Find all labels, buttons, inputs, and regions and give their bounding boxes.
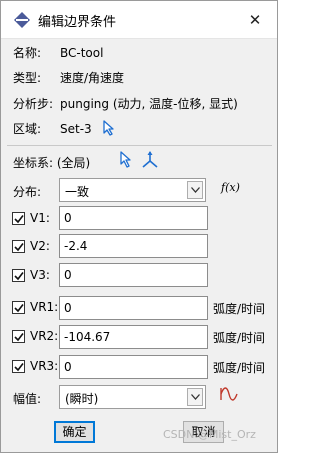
region-value: Set-3 bbox=[60, 122, 92, 136]
vr1-input[interactable] bbox=[59, 296, 208, 320]
region-label: 区域: bbox=[13, 122, 42, 136]
region-select-arrow-icon[interactable] bbox=[102, 120, 116, 136]
vr3-input[interactable] bbox=[59, 355, 208, 379]
edit-boundary-condition-dialog: 编辑边界条件 ✕ 名称: BC-tool 类型: 速度/角速度 分析步: pun… bbox=[0, 0, 278, 453]
v3-input-field[interactable] bbox=[60, 264, 207, 286]
v3-checkbox[interactable] bbox=[12, 269, 25, 282]
vr3-checkbox[interactable] bbox=[12, 360, 25, 373]
app-logo-icon bbox=[14, 12, 30, 28]
vr2-unit: 弧度/时间 bbox=[213, 331, 266, 345]
vr3-input-field[interactable] bbox=[60, 356, 207, 378]
separator-1 bbox=[7, 145, 272, 146]
v2-label: V2: bbox=[30, 239, 50, 253]
title-bar[interactable]: 编辑边界条件 ✕ bbox=[1, 1, 277, 39]
vr2-input-field[interactable] bbox=[60, 326, 207, 348]
amplitude-selected-value: (瞬时) bbox=[65, 392, 99, 406]
vr2-checkbox[interactable] bbox=[12, 330, 25, 343]
region-row: 区域: Set-3 bbox=[13, 120, 92, 138]
amplitude-label: 幅值: bbox=[13, 392, 42, 406]
create-csys-icon[interactable] bbox=[141, 151, 159, 169]
vr1-label: VR1: bbox=[30, 300, 59, 314]
v3-label: V3: bbox=[30, 268, 50, 282]
step-value: punging (动力, 温度-位移, 显式) bbox=[60, 97, 238, 111]
close-button[interactable]: ✕ bbox=[243, 7, 267, 33]
name-row: 名称: BC-tool bbox=[13, 44, 103, 62]
vr2-label: VR2: bbox=[30, 329, 59, 343]
vr3-unit: 弧度/时间 bbox=[213, 361, 266, 375]
type-row: 类型: 速度/角速度 bbox=[13, 69, 124, 87]
vr1-input-field[interactable] bbox=[60, 297, 207, 319]
name-label: 名称: bbox=[13, 46, 42, 60]
type-label: 类型: bbox=[13, 71, 42, 85]
v1-input-field[interactable] bbox=[60, 207, 207, 229]
step-label: 分析步: bbox=[13, 97, 54, 111]
name-value: BC-tool bbox=[60, 46, 104, 60]
vr1-checkbox[interactable] bbox=[12, 301, 25, 314]
create-amplitude-wave-icon[interactable] bbox=[220, 387, 238, 401]
v2-input-field[interactable] bbox=[60, 235, 207, 257]
vr2-input[interactable] bbox=[59, 325, 208, 349]
vr3-label: VR3: bbox=[30, 359, 59, 373]
distribution-selected-value: 一致 bbox=[65, 185, 90, 199]
csys-label: 坐标系: (全局) bbox=[13, 156, 91, 170]
v1-label: V1: bbox=[30, 211, 50, 225]
amplitude-select[interactable]: (瞬时) bbox=[59, 385, 206, 409]
watermark-text: CSDN @Mist_Orz bbox=[163, 428, 256, 441]
step-row: 分析步: punging (动力, 温度-位移, 显式) bbox=[13, 95, 238, 113]
function-fx-button[interactable]: f(x) bbox=[221, 181, 240, 194]
distribution-select[interactable]: 一致 bbox=[59, 178, 206, 202]
v2-input[interactable] bbox=[59, 234, 208, 258]
chevron-down-icon[interactable] bbox=[187, 388, 203, 406]
vr1-unit: 弧度/时间 bbox=[213, 302, 266, 316]
v1-checkbox[interactable] bbox=[12, 212, 25, 225]
v3-input[interactable] bbox=[59, 263, 208, 287]
v2-checkbox[interactable] bbox=[12, 240, 25, 253]
csys-select-arrow-icon[interactable] bbox=[119, 151, 133, 168]
ok-button[interactable]: 确定 bbox=[54, 421, 95, 443]
distribution-label: 分布: bbox=[13, 185, 42, 199]
window-title: 编辑边界条件 bbox=[38, 15, 117, 30]
v1-input[interactable] bbox=[59, 206, 208, 230]
chevron-down-icon[interactable] bbox=[187, 181, 203, 199]
type-value: 速度/角速度 bbox=[60, 71, 125, 85]
